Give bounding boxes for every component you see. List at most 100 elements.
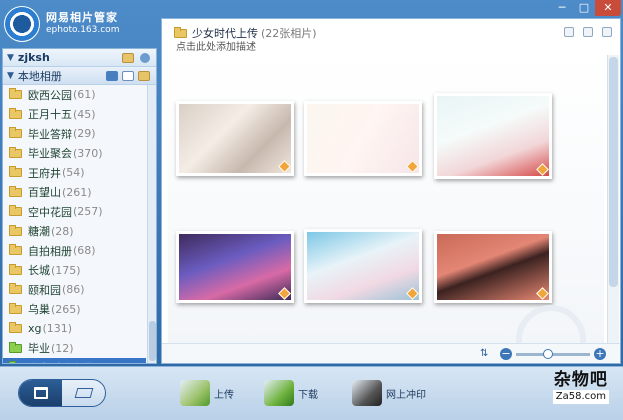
album-box-icon <box>74 388 93 398</box>
album-description-link[interactable]: 点击此处添加描述 <box>176 38 256 53</box>
sidebar-album-item[interactable]: 正月十五 (45) <box>3 105 156 125</box>
zoom-slider[interactable] <box>516 349 590 359</box>
maximize-button[interactable]: □ <box>573 0 595 16</box>
album-name: 空中花园 <box>28 205 72 219</box>
sidebar-album-item[interactable]: xg (131) <box>3 319 156 339</box>
window-controls: ─ □ ✕ <box>551 0 621 16</box>
album-view-button[interactable] <box>62 380 105 406</box>
download-button[interactable]: 下载 <box>264 377 318 409</box>
album-count: (175) <box>51 263 81 277</box>
folder-icon <box>9 361 16 363</box>
sidebar-album-item[interactable]: 百望山 (261) <box>3 183 156 203</box>
sidebar-scroll-thumb[interactable] <box>149 321 156 361</box>
trash-view-button[interactable] <box>19 380 62 406</box>
folder-icon <box>9 302 22 314</box>
album-count: (265) <box>51 302 81 316</box>
local-albums-header[interactable]: ▼ 本地相册 <box>3 67 156 85</box>
photo-scrollbar[interactable] <box>607 55 619 343</box>
folder-icon <box>9 88 22 100</box>
photo-thumbnail[interactable] <box>304 101 422 176</box>
album-name: 乌巢 <box>28 303 50 317</box>
status-badge-icon <box>406 287 419 300</box>
album-name: xg <box>28 322 42 336</box>
zoom-slider-knob[interactable] <box>542 349 553 359</box>
sort-icon[interactable]: ⇅ <box>480 348 492 360</box>
photo-thumbnail[interactable] <box>176 231 294 303</box>
status-badge-icon <box>278 287 291 300</box>
status-badge-icon <box>278 160 291 173</box>
sidebar-album-item[interactable]: 自拍相册 (68) <box>3 241 156 261</box>
bottom-toolbar: 上传 下载 网上冲印 杂物吧 Za58.com <box>0 366 623 420</box>
album-sidebar: ▼ zjksh ▼ 本地相册 欧西公园 (61) 正月十五 (45) 毕业答辩 (29) 毕… <box>2 48 157 364</box>
brand-watermark: 杂物吧 Za58.com <box>552 372 609 404</box>
album-name: 颐和园 <box>28 283 61 297</box>
sidebar-album-item[interactable]: 王府井 (54) <box>3 163 156 183</box>
album-count: (12) <box>51 341 74 355</box>
folder-icon <box>9 341 22 353</box>
sidebar-album-item[interactable]: 毕业聚会 (370) <box>3 144 156 164</box>
account-icon[interactable] <box>122 52 134 63</box>
sidebar-album-item[interactable]: 欧西公园 (61) <box>3 85 156 105</box>
view-toggle[interactable] <box>18 379 106 407</box>
album-count: (61) <box>73 88 96 102</box>
photo-thumbnail[interactable] <box>304 229 422 303</box>
folder-icon <box>9 283 22 295</box>
album-count: (68) <box>73 244 96 258</box>
sidebar-scrollbar[interactable] <box>147 85 156 363</box>
gear-icon[interactable] <box>583 27 593 37</box>
chevron-down-icon: ▼ <box>7 52 14 63</box>
photo-grid <box>168 55 604 363</box>
album-name: 毕业聚会 <box>28 147 72 161</box>
zoom-bar: ⇅ − + <box>162 343 620 363</box>
photo-thumbnail[interactable] <box>434 93 552 179</box>
upload-icon <box>180 380 210 406</box>
folder-icon <box>9 263 22 275</box>
sidebar-album-item[interactable]: 毕业答辩 (29) <box>3 124 156 144</box>
album-count: (45) <box>73 107 96 121</box>
new-album-icon[interactable] <box>138 70 150 81</box>
online-print-label: 网上冲印 <box>386 389 426 401</box>
photo-thumbnail[interactable] <box>434 231 552 303</box>
photo-scroll-thumb[interactable] <box>609 57 618 287</box>
online-print-button[interactable]: 网上冲印 <box>352 377 426 409</box>
album-count: (86) <box>62 283 85 297</box>
upload-label: 上传 <box>214 389 234 401</box>
sidebar-album-item[interactable]: 颐和园 (86) <box>3 280 156 300</box>
photo-area: 少女时代上传 (22张相片) 点击此处添加描述 ⇅ − + <box>161 18 621 364</box>
download-icon <box>264 380 294 406</box>
album-count: (28) <box>51 224 74 238</box>
album-name: 毕业答辩 <box>28 127 72 141</box>
section-title: 本地相册 <box>17 69 62 83</box>
sidebar-album-item[interactable]: 毕业 (12) <box>3 339 156 359</box>
zoom-in-button[interactable]: + <box>594 348 606 360</box>
download-label: 下载 <box>298 389 318 401</box>
album-name: 毕业 <box>28 342 50 356</box>
folder-icon <box>9 322 22 334</box>
trash-icon <box>33 387 48 399</box>
sidebar-album-item[interactable]: 空中花园 (257) <box>3 202 156 222</box>
user-icon[interactable] <box>140 52 150 63</box>
sidebar-album-item[interactable]: 长城 (175) <box>3 261 156 281</box>
sidebar-album-item[interactable]: 乌巢 (265) <box>3 300 156 320</box>
sidebar-album-item[interactable]: 糖潮 (28) <box>3 222 156 242</box>
minimize-button[interactable]: ─ <box>551 0 573 16</box>
list-view-icon[interactable] <box>122 70 134 81</box>
brand-site: Za58.com <box>552 390 609 404</box>
album-photo-count: (22张相片) <box>261 27 317 40</box>
status-badge-icon <box>536 163 549 176</box>
lock-icon[interactable] <box>564 27 574 37</box>
upload-button[interactable]: 上传 <box>180 377 234 409</box>
user-row[interactable]: ▼ zjksh <box>3 49 156 67</box>
folder-icon <box>9 107 22 119</box>
folder-icon <box>9 185 22 197</box>
album-count: (54) <box>62 166 85 180</box>
close-button[interactable]: ✕ <box>595 0 621 16</box>
app-logo: 网易相片管家 ephoto.163.com <box>4 4 154 44</box>
zoom-out-button[interactable]: − <box>500 348 512 360</box>
album-name: 欧西公园 <box>28 88 72 102</box>
help-icon[interactable] <box>602 27 612 37</box>
photo-thumbnail[interactable] <box>176 101 294 176</box>
sidebar-album-item-active[interactable]: 少女时代上传(22) <box>3 358 146 363</box>
status-badge-icon <box>406 160 419 173</box>
grid-view-icon[interactable] <box>106 70 118 81</box>
